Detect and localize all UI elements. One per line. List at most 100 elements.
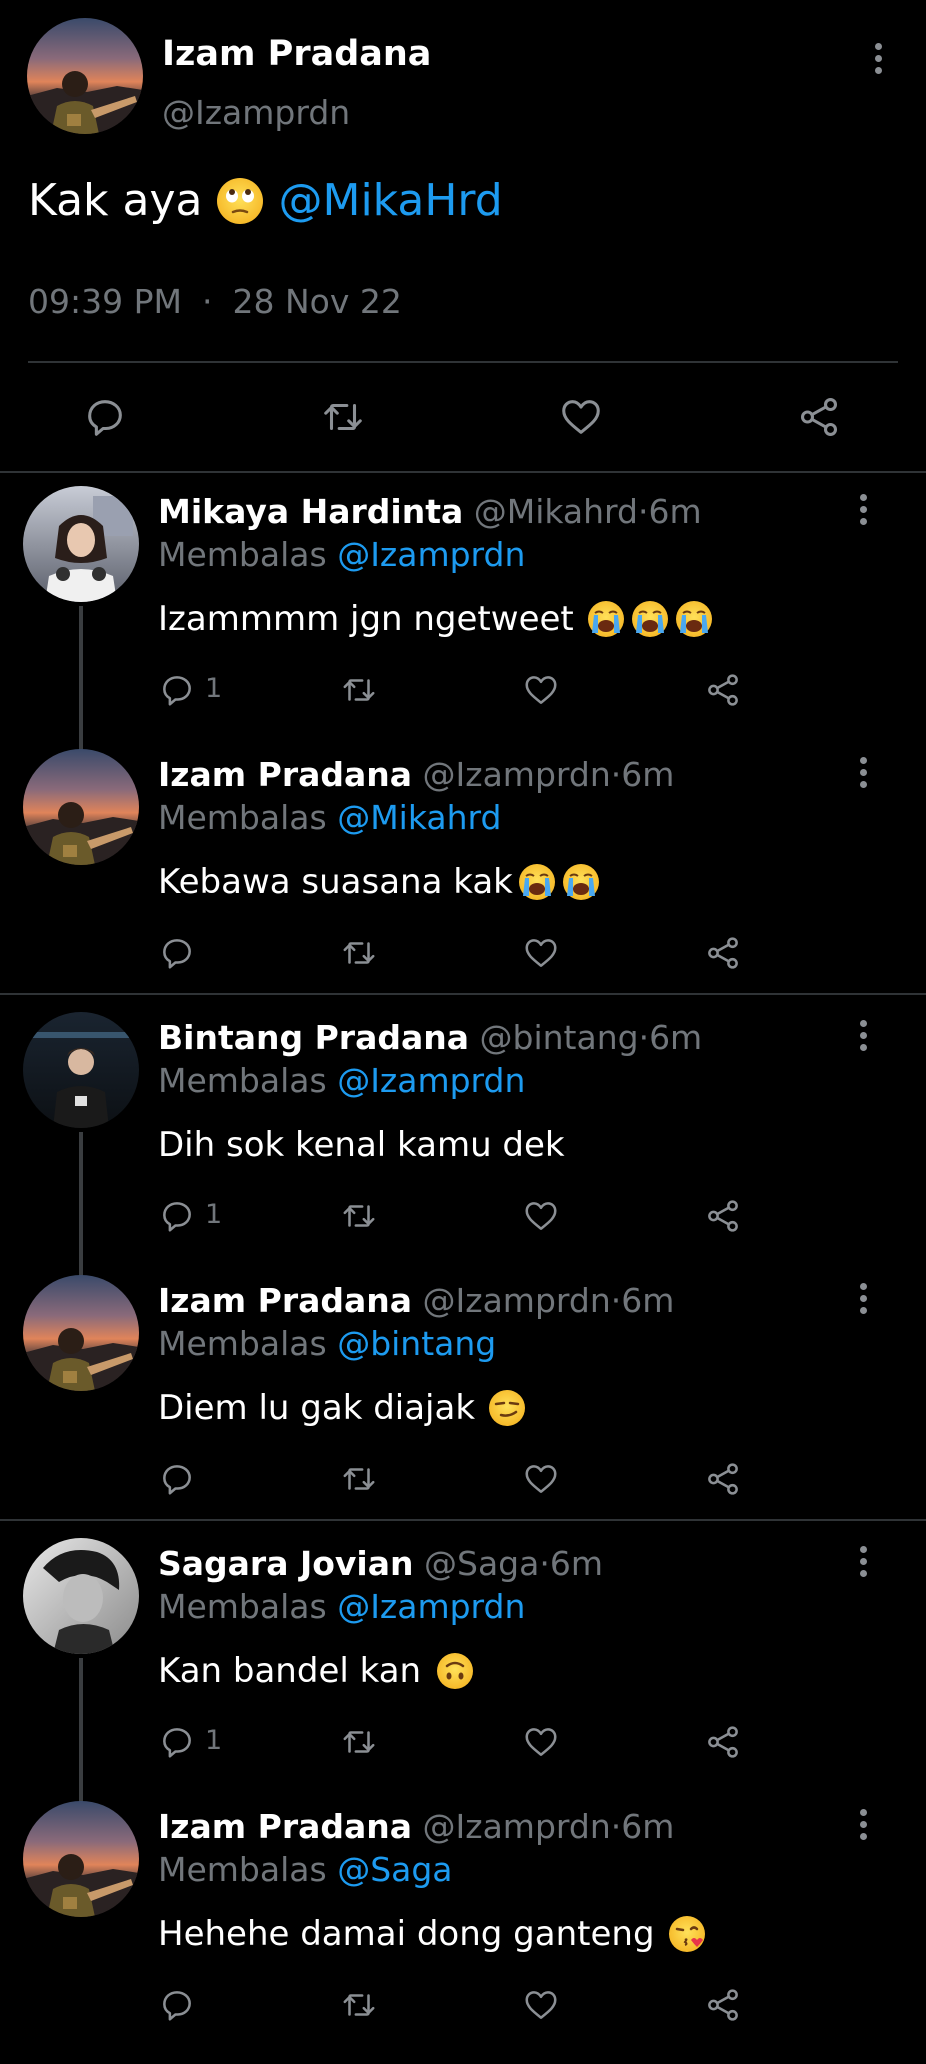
- replying-to: Membalas @Izamprdn: [158, 1587, 525, 1626]
- reply-header: Mikaya Hardinta @Mikahrd·6m: [158, 492, 702, 531]
- avatar[interactable]: [23, 1275, 139, 1391]
- like-icon[interactable]: [522, 1460, 560, 1498]
- share-icon[interactable]: [704, 1723, 742, 1761]
- meta-separator: ·: [638, 492, 649, 531]
- like-icon[interactable]: [522, 1197, 560, 1235]
- replying-to-label: Membalas: [158, 1061, 327, 1100]
- like-icon[interactable]: [558, 394, 604, 440]
- replying-to-label: Membalas: [158, 798, 327, 837]
- reply-count: 1: [205, 1199, 223, 1230]
- reply-icon[interactable]: [158, 671, 196, 709]
- reply-count: 1: [205, 673, 223, 704]
- share-icon[interactable]: [704, 671, 742, 709]
- retweet-icon[interactable]: [320, 394, 366, 440]
- replying-to: Membalas @bintang: [158, 1324, 496, 1363]
- reply-text: Hehehe damai dong ganteng: [158, 1914, 707, 1954]
- meta-separator: ·: [638, 1018, 650, 1057]
- time-ago: 6m: [648, 492, 702, 531]
- mention-link[interactable]: @Izamprdn: [337, 1587, 525, 1626]
- retweet-icon[interactable]: [340, 1197, 378, 1235]
- avatar[interactable]: [23, 486, 139, 602]
- author-name[interactable]: Izam Pradana: [158, 755, 412, 794]
- time-ago: 6m: [549, 1544, 603, 1583]
- avatar[interactable]: [27, 18, 143, 134]
- reply-text: Kebawa suasana kak: [158, 862, 601, 902]
- author-handle[interactable]: @Saga: [424, 1544, 539, 1583]
- reply-header: Bintang Pradana @bintang·6m: [158, 1018, 702, 1057]
- retweet-icon[interactable]: [340, 1723, 378, 1761]
- time-ago: 6m: [621, 1281, 675, 1320]
- mention-link[interactable]: @Izamprdn: [337, 1061, 525, 1100]
- reply-icon[interactable]: [158, 1723, 196, 1761]
- thread-line: [79, 1658, 83, 1809]
- like-icon[interactable]: [522, 671, 560, 709]
- tweet-timestamp: 09:39 PM · 28 Nov 22: [28, 282, 402, 321]
- replying-to-label: Membalas: [158, 1324, 327, 1363]
- author-name[interactable]: Izam Pradana: [158, 1281, 412, 1320]
- author-name[interactable]: Sagara Jovian: [158, 1544, 414, 1583]
- mention-link[interactable]: @Mikahrd: [337, 798, 501, 837]
- mention-link[interactable]: @bintang: [337, 1324, 496, 1363]
- like-icon[interactable]: [522, 934, 560, 972]
- author-name[interactable]: Mikaya Hardinta: [158, 492, 463, 531]
- avatar[interactable]: [23, 749, 139, 865]
- mention-link[interactable]: @Izamprdn: [337, 535, 525, 574]
- more-options-icon[interactable]: [860, 494, 868, 525]
- meta-separator: ·: [201, 282, 213, 321]
- reply-header: Izam Pradana @Izamprdn·6m: [158, 1807, 674, 1846]
- more-options-icon[interactable]: [860, 1283, 868, 1314]
- author-name[interactable]: Izam Pradana: [158, 1807, 412, 1846]
- author-handle[interactable]: @bintang: [480, 1018, 639, 1057]
- time-ago: 6m: [621, 755, 675, 794]
- reply-item[interactable]: Izam Pradana @Izamprdn·6m Membalas @Mika…: [0, 749, 926, 1012]
- author-name[interactable]: Izam Pradana: [162, 34, 431, 74]
- reply-text-content: Hehehe damai dong ganteng: [158, 1914, 655, 1954]
- more-options-icon[interactable]: [860, 1020, 868, 1051]
- reply-item[interactable]: Izam Pradana @Izamprdn·6m Membalas @Saga…: [0, 1801, 926, 2064]
- reply-item[interactable]: Mikaya Hardinta @Mikahrd·6m Membalas @Iz…: [0, 486, 926, 757]
- share-icon[interactable]: [704, 1460, 742, 1498]
- reply-item[interactable]: Bintang Pradana @bintang·6m Membalas @Iz…: [0, 1012, 926, 1283]
- reply-icon[interactable]: [82, 394, 128, 440]
- reply-header: Izam Pradana @Izamprdn·6m: [158, 1281, 674, 1320]
- divider: [0, 471, 926, 473]
- like-icon[interactable]: [522, 1723, 560, 1761]
- avatar[interactable]: [23, 1012, 139, 1128]
- retweet-icon[interactable]: [340, 1986, 378, 2024]
- author-handle[interactable]: @Izamprdn: [423, 755, 611, 794]
- more-options-icon[interactable]: [875, 43, 883, 74]
- share-icon[interactable]: [704, 934, 742, 972]
- avatar[interactable]: [23, 1538, 139, 1654]
- author-name[interactable]: Bintang Pradana: [158, 1018, 469, 1057]
- reply-item[interactable]: Izam Pradana @Izamprdn·6m Membalas @bint…: [0, 1275, 926, 1538]
- retweet-icon[interactable]: [340, 1460, 378, 1498]
- mention-link[interactable]: @MikaHrd: [278, 175, 502, 226]
- author-handle[interactable]: @Izamprdn: [162, 93, 350, 132]
- reply-text-content: Kan bandel kan: [158, 1651, 422, 1691]
- author-handle[interactable]: @Mikahrd: [474, 492, 638, 531]
- avatar[interactable]: [23, 1801, 139, 1917]
- mention-link[interactable]: @Saga: [337, 1850, 452, 1889]
- share-icon[interactable]: [704, 1986, 742, 2024]
- reply-icon[interactable]: [158, 1197, 196, 1235]
- reply-icon[interactable]: [158, 1460, 196, 1498]
- reply-item[interactable]: Sagara Jovian @Saga·6m Membalas @Izamprd…: [0, 1538, 926, 1809]
- author-handle[interactable]: @Izamprdn: [423, 1807, 611, 1846]
- more-options-icon[interactable]: [860, 1546, 868, 1577]
- reply-icon[interactable]: [158, 934, 196, 972]
- more-options-icon[interactable]: [860, 1809, 868, 1840]
- reply-text-content: Kebawa suasana kak: [158, 862, 513, 902]
- share-icon[interactable]: [796, 394, 842, 440]
- retweet-icon[interactable]: [340, 671, 378, 709]
- like-icon[interactable]: [522, 1986, 560, 2024]
- more-options-icon[interactable]: [860, 757, 868, 788]
- share-icon[interactable]: [704, 1197, 742, 1235]
- reply-icon[interactable]: [158, 1986, 196, 2024]
- meta-separator: ·: [610, 1807, 622, 1846]
- tweet-date: 28 Nov 22: [232, 282, 402, 321]
- reply-header: Izam Pradana @Izamprdn·6m: [158, 755, 674, 794]
- thread-line: [79, 1132, 83, 1283]
- author-handle[interactable]: @Izamprdn: [423, 1281, 611, 1320]
- retweet-icon[interactable]: [340, 934, 378, 972]
- reply-count: 1: [205, 1725, 223, 1756]
